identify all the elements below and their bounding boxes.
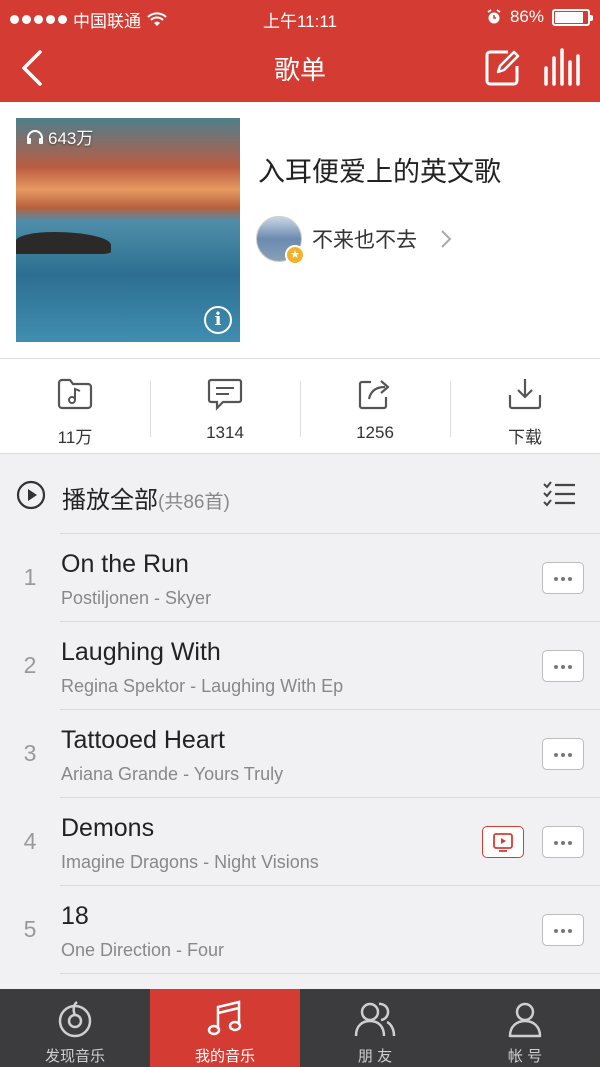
multi-select-icon[interactable] [542,480,576,508]
music-note-icon [207,1000,242,1036]
account-icon [508,1002,542,1038]
comment-icon [207,378,243,411]
edit-button[interactable] [482,46,522,90]
more-button[interactable] [542,562,584,594]
song-artist-album: Regina Spektor - Laughing With Ep [61,676,344,696]
edit-icon [485,50,520,86]
song-artist-album: One Direction - Four [61,940,225,960]
download-button[interactable]: 下载 [450,359,600,453]
headphones-icon [27,129,43,144]
status-bar: 中国联通 上午11:11 86% [0,0,600,36]
share-count: 1256 [356,423,394,442]
song-list: 1 On the Run Postiljonen - Skyer 2 Laugh… [0,534,600,974]
creator-link[interactable]: ★ 不来也不去 [256,216,453,265]
comment-button[interactable]: 1314 [150,359,300,453]
tab-label: 帐 号 [507,1048,543,1065]
discover-music-icon [58,1001,92,1038]
download-label: 下载 [508,428,542,447]
collect-count: 11万 [57,428,93,447]
song-number: 4 [23,828,37,854]
tab-account[interactable]: 帐 号 [450,989,600,1067]
avatar: ★ [256,216,305,265]
action-row: 11万 1314 1256 下载 [0,358,600,454]
playlist-info: 643万 i 入耳便爱上的英文歌 ★ 不来也不去 [0,102,600,358]
song-title: Tattooed Heart [61,726,225,754]
playlist-title: 入耳便爱上的英文歌 [258,157,501,187]
song-title: 18 [61,902,89,930]
tab-friends[interactable]: 朋 友 [300,989,450,1067]
folder-music-icon [57,378,93,410]
play-circle-icon [16,480,46,510]
song-number: 2 [23,652,37,678]
star-icon: ★ [285,245,305,265]
song-title: On the Run [61,550,189,578]
equalizer-button[interactable] [540,46,584,90]
play-all-row[interactable]: 播放全部(共86首) [0,456,600,534]
top-bar: 中国联通 上午11:11 86% 歌单 [0,0,600,102]
song-artist-album: Ariana Grande - Yours Truly [61,764,284,784]
battery-percent: 86% [509,7,544,26]
tab-discover-music[interactable]: 发现音乐 [0,989,150,1067]
more-button[interactable] [542,650,584,682]
song-title: Laughing With [61,638,221,666]
song-number: 1 [23,564,37,590]
collect-button[interactable]: 11万 [0,359,150,453]
song-artist-album: Postiljonen - Skyer [61,588,212,608]
battery-icon [552,8,593,26]
chevron-right-icon [441,230,452,248]
more-button[interactable] [542,826,584,858]
song-title: Demons [61,814,155,842]
more-button[interactable] [542,738,584,770]
song-row[interactable]: 5 18 One Direction - Four [0,886,600,974]
play-all-label: 播放全部 [62,487,158,514]
creator-name: 不来也不去 [312,229,417,252]
playlist-cover[interactable]: 643万 i [16,118,240,342]
tab-my-music[interactable]: 我的音乐 [150,989,300,1067]
more-button[interactable] [542,914,584,946]
alarm-icon [487,9,501,24]
song-count: (共86首) [158,492,230,513]
song-number: 3 [23,740,37,766]
bottom-tab-bar: 发现音乐 我的音乐 朋 友 帐 号 [0,989,600,1067]
song-row[interactable]: 3 Tattooed Heart Ariana Grande - Yours T… [0,710,600,798]
download-icon [508,379,542,410]
share-button[interactable]: 1256 [300,359,450,453]
song-number: 5 [23,916,37,942]
tab-label: 我的音乐 [194,1048,255,1065]
tab-label: 发现音乐 [44,1048,105,1065]
share-icon [358,380,390,410]
info-icon[interactable]: i [204,306,232,334]
song-row[interactable]: 4 Demons Imagine Dragons - Night Visions [0,798,600,886]
song-row[interactable]: 1 On the Run Postiljonen - Skyer [0,534,600,622]
equalizer-icon [544,48,580,86]
song-row[interactable]: 2 Laughing With Regina Spektor - Laughin… [0,622,600,710]
tab-label: 朋 友 [357,1048,393,1065]
video-icon [493,833,513,852]
comment-count: 1314 [206,423,244,442]
mv-button[interactable] [482,826,524,858]
play-count: 643万 [26,124,93,149]
song-artist-album: Imagine Dragons - Night Visions [61,852,319,872]
friends-icon [354,1002,396,1037]
